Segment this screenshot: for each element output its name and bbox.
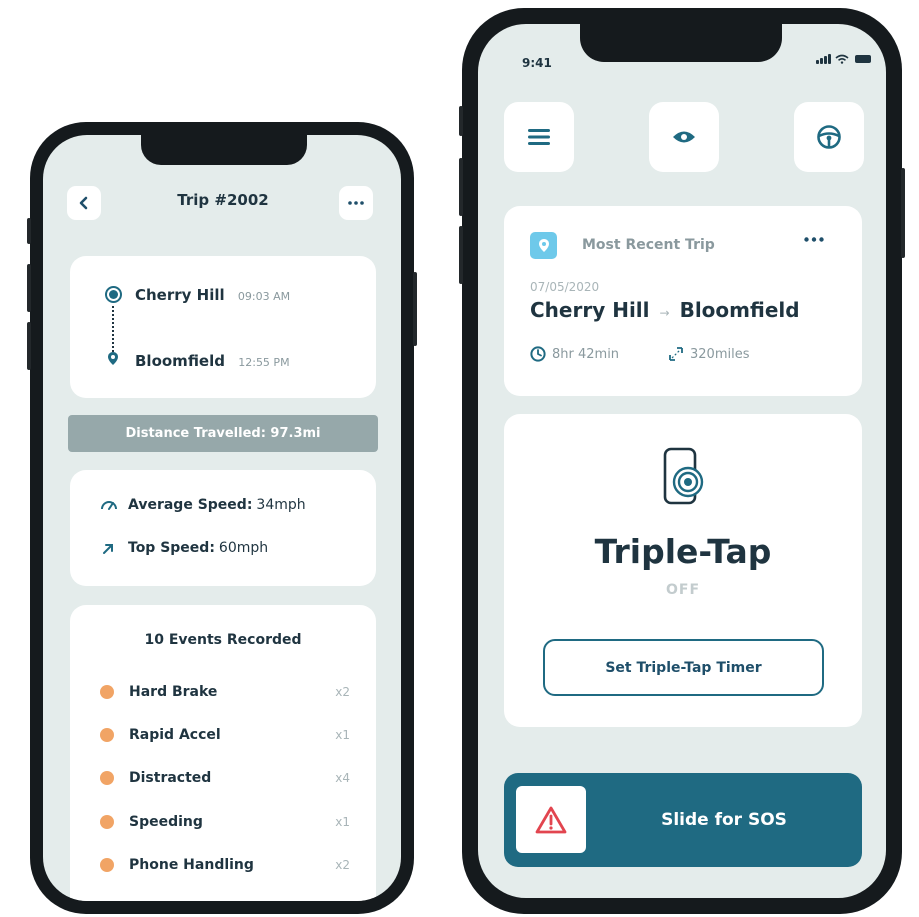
event-label: Distracted — [129, 770, 212, 786]
volume-up-button — [27, 264, 31, 312]
trip-route: Cherry Hill → Bloomfield — [530, 298, 800, 322]
notch — [580, 24, 782, 62]
volume-up-button — [459, 158, 463, 216]
volume-down-button — [27, 322, 31, 370]
event-row[interactable]: Rapid Accel x1 — [100, 725, 350, 745]
events-title: 10 Events Recorded — [144, 632, 302, 648]
power-button — [413, 272, 417, 346]
phone-trip-detail: Trip #2002 Cherry Hill 09:03 AM Bloomfie… — [27, 122, 417, 914]
events-card: 10 Events Recorded Hard Brake x2 Rapid A… — [70, 605, 376, 901]
distance-travelled-banner: Distance Travelled: 97.3mi — [68, 415, 378, 452]
arrow-up-right-icon — [103, 544, 113, 554]
origin-marker-icon — [105, 286, 122, 303]
event-label: Rapid Accel — [129, 727, 221, 743]
trip-duration-value: 8hr 42min — [552, 346, 620, 362]
event-dot-icon — [100, 685, 114, 699]
event-row[interactable]: Phone Handling x2 — [100, 855, 350, 875]
event-label: Speeding — [129, 814, 203, 830]
top-speed-label: Top Speed: — [128, 540, 215, 556]
watch-mode-button[interactable] — [649, 102, 719, 172]
event-count: x2 — [335, 858, 350, 872]
menu-icon — [528, 129, 550, 145]
more-icon — [348, 201, 364, 205]
more-options-button[interactable] — [339, 186, 373, 220]
event-count: x1 — [335, 728, 350, 742]
warning-icon — [535, 806, 567, 833]
steering-wheel-icon — [817, 125, 841, 149]
signal-icon — [816, 54, 831, 64]
wifi-icon — [835, 54, 849, 64]
status-time: 9:41 — [522, 56, 552, 70]
average-speed-label: Average Speed: — [128, 497, 253, 513]
top-speed-value: 60mph — [218, 540, 269, 556]
trip-to: Bloomfield — [679, 298, 800, 322]
home-screen: 9:41 Most Recent Trip 07/05/2020 Cherry … — [478, 24, 886, 898]
location-pin-icon — [108, 352, 118, 365]
event-label: Hard Brake — [129, 684, 218, 700]
destination-time: 12:55 PM — [238, 356, 290, 369]
event-dot-icon — [100, 815, 114, 829]
back-button[interactable] — [67, 186, 101, 220]
power-button — [901, 168, 905, 258]
route-card: Cherry Hill 09:03 AM Bloomfield 12:55 PM — [70, 256, 376, 398]
arrow-right-icon: → — [659, 306, 670, 320]
trip-from: Cherry Hill — [530, 298, 650, 322]
event-count: x1 — [335, 815, 350, 829]
destination-row: Bloomfield 12:55 PM — [135, 352, 290, 370]
mute-switch — [459, 106, 463, 136]
triple-tap-status: OFF — [665, 582, 701, 598]
notch — [141, 135, 307, 165]
more-icon — [804, 237, 824, 242]
location-pin-icon — [530, 232, 557, 259]
event-dot-icon — [100, 728, 114, 742]
event-row[interactable]: Distracted x4 — [100, 768, 350, 788]
status-icons — [816, 54, 871, 64]
destination-name: Bloomfield — [135, 352, 225, 370]
battery-icon — [855, 55, 871, 63]
phone-home: 9:41 Most Recent Trip 07/05/2020 Cherry … — [459, 8, 905, 914]
set-triple-tap-timer-button[interactable]: Set Triple-Tap Timer — [543, 639, 824, 696]
event-count: x4 — [335, 771, 350, 785]
triple-tap-card: Triple-Tap OFF Set Triple-Tap Timer — [504, 414, 862, 727]
eye-icon — [673, 131, 695, 143]
sos-slider[interactable]: Slide for SOS — [504, 773, 862, 867]
speed-card: Average Speed: 34mph Top Speed: 60mph — [70, 470, 376, 586]
speedometer-icon — [101, 501, 117, 510]
average-speed-row: Average Speed: 34mph — [100, 497, 306, 513]
chevron-left-icon — [79, 196, 88, 210]
recent-trip-label: Most Recent Trip — [582, 237, 715, 253]
sos-slider-handle[interactable] — [516, 786, 586, 853]
trip-duration: 8hr 42min — [530, 346, 619, 362]
volume-down-button — [459, 226, 463, 284]
origin-row: Cherry Hill 09:03 AM — [135, 286, 290, 304]
mute-switch — [27, 218, 31, 244]
average-speed-value: 34mph — [256, 497, 306, 513]
drive-mode-button[interactable] — [794, 102, 864, 172]
event-row[interactable]: Speeding x1 — [100, 812, 350, 832]
route-line — [112, 306, 114, 352]
phone-tap-icon — [663, 447, 704, 505]
origin-name: Cherry Hill — [135, 286, 225, 304]
event-label: Phone Handling — [129, 857, 254, 873]
trip-distance: 320miles — [668, 346, 749, 362]
top-speed-row: Top Speed: 60mph — [100, 540, 268, 556]
triple-tap-title: Triple-Tap — [594, 532, 772, 571]
event-dot-icon — [100, 771, 114, 785]
more-options-button[interactable] — [804, 226, 824, 247]
trip-distance-value: 320miles — [690, 346, 750, 362]
event-dot-icon — [100, 858, 114, 872]
event-count: x2 — [335, 685, 350, 699]
menu-button[interactable] — [504, 102, 574, 172]
route-distance-icon — [669, 347, 683, 361]
origin-time: 09:03 AM — [237, 290, 291, 303]
page-title: Trip #2002 — [177, 191, 269, 209]
recent-trip-card[interactable]: Most Recent Trip 07/05/2020 Cherry Hill →… — [504, 206, 862, 396]
clock-icon — [530, 346, 546, 362]
sos-label: Slide for SOS — [661, 810, 787, 830]
trip-date: 07/05/2020 — [530, 280, 600, 294]
event-row[interactable]: Hard Brake x2 — [100, 682, 350, 702]
trip-detail-screen: Trip #2002 Cherry Hill 09:03 AM Bloomfie… — [43, 135, 401, 901]
